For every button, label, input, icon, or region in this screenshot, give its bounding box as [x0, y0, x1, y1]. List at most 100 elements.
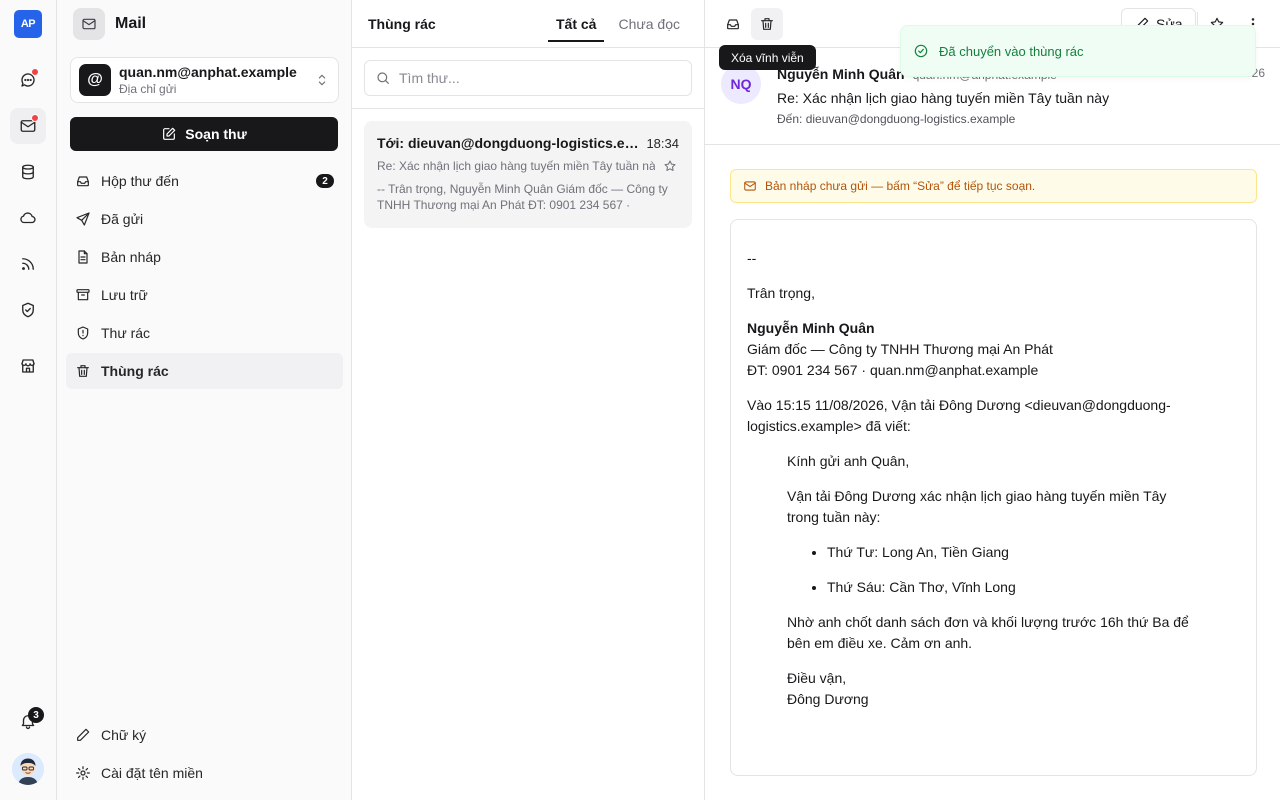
file-icon [75, 249, 91, 265]
sidebar-item-drafts[interactable]: Bản nháp [66, 239, 343, 275]
tab-unread[interactable]: Chưa đọc [610, 8, 688, 42]
sidebar-item-label: Thư rác [101, 325, 151, 341]
recipient-line: Đến: dieuvan@dongduong-logistics.example [777, 112, 1015, 126]
settings-icon [75, 765, 91, 781]
app-header: Mail [73, 8, 146, 40]
mail-sidebar: Mail @ quan.nm@anphat.example Địa chỉ gử… [57, 0, 352, 800]
send-icon [75, 211, 91, 227]
filter-tabs: Tất cả Chưa đọc [548, 8, 688, 42]
sidebar-item-label: Cài đặt tên miền [101, 765, 203, 781]
reading-pane: Sửa NQ Nguyễn Minh Quân quan.nm@anphat.e… [704, 0, 1280, 800]
inbox-icon [725, 16, 741, 32]
draft-notice-text: Bản nháp chưa gửi — bấm “Sửa” để tiếp tụ… [765, 179, 1036, 193]
sidebar-item-trash[interactable]: Thùng rác [66, 353, 343, 389]
trash-icon [759, 16, 775, 32]
sender-avatar: NQ [721, 64, 761, 104]
rss-icon [19, 255, 37, 273]
unread-count-badge: 2 [316, 174, 334, 188]
quote-sign-line: Đông Dương [787, 691, 869, 707]
quote-request: Nhờ anh chốt danh sách đơn và khối lượng… [787, 614, 1189, 651]
edit-icon [161, 126, 177, 142]
message-preview: -- Trân trọng, Nguyễn Minh Quân Giám đốc… [377, 182, 668, 212]
rail-cloud-button[interactable] [10, 200, 46, 236]
quote-signoff: Điều vận, Đông Dương [787, 668, 1200, 710]
delete-permanently-button[interactable] [751, 8, 783, 40]
signature-contact: ĐT: 0901 234 567 · quan.nm@anphat.exampl… [747, 362, 1039, 378]
account-subtitle: Địa chỉ gửi [119, 81, 177, 96]
user-avatar[interactable] [12, 753, 44, 785]
sidebar-item-domain-settings[interactable]: Cài đặt tên miền [66, 755, 343, 791]
trash-icon [75, 363, 91, 379]
to-label: Đến: [777, 112, 803, 126]
message-list-pane: Thùng rác Tất cả Chưa đọc Tới: dieuvan@d… [352, 0, 1058, 800]
sidebar-item-label: Hộp thư đến [101, 173, 179, 189]
toast-message: Đã chuyển vào thùng rác [939, 43, 1084, 59]
signature-block: Nguyễn Minh Quân Giám đốc — Công ty TNHH… [747, 318, 1240, 381]
draft-notice: Bản nháp chưa gửi — bấm “Sửa” để tiếp tụ… [730, 169, 1257, 203]
sidebar-item-spam[interactable]: Thư rác [66, 315, 343, 351]
search-box [364, 60, 692, 96]
archive-icon [75, 287, 91, 303]
compose-label: Soạn thư [185, 126, 247, 142]
sidebar-item-signature[interactable]: Chữ ký [66, 717, 343, 753]
closing-line: Trân trọng, [747, 285, 815, 301]
app-title: Mail [115, 15, 147, 32]
delete-tooltip: Xóa vĩnh viễn [719, 45, 816, 70]
sidebar-item-label: Chữ ký [101, 727, 147, 743]
mail-icon [743, 179, 757, 193]
search-input[interactable] [399, 70, 679, 86]
sidebar-item-inbox[interactable]: Hộp thư đến 2 [66, 163, 343, 199]
schedule-list: Thứ Tư: Long An, Tiền Giang Thứ Sáu: Cần… [827, 542, 1200, 598]
message-recipient: Tới: dieuvan@dongduong-logistics.example [377, 135, 639, 151]
rail-security-button[interactable] [10, 292, 46, 328]
at-sign-icon: @ [79, 64, 111, 96]
star-button[interactable] [663, 159, 677, 173]
account-switcher[interactable]: @ quan.nm@anphat.example Địa chỉ gửi [70, 57, 339, 103]
cloud-icon [19, 209, 37, 227]
message-subject: Re: Xác nhận lịch giao hàng tuyến miền T… [377, 159, 655, 173]
mail-app-icon [73, 8, 105, 40]
chevrons-up-down-icon [314, 72, 330, 88]
unread-dot [31, 68, 39, 76]
unread-dot [31, 114, 39, 122]
message-subject: Re: Xác nhận lịch giao hàng tuyến miền T… [777, 90, 1110, 106]
quote-sign-line: Điều vận, [787, 670, 847, 686]
workspace-logo[interactable]: AP [14, 10, 42, 38]
restore-to-inbox-button[interactable] [717, 8, 749, 40]
rail-store-button[interactable] [10, 348, 46, 384]
list-item[interactable]: Tới: dieuvan@dongduong-logistics.example… [364, 121, 692, 228]
toast-notification: Đã chuyển vào thùng rác [900, 25, 1256, 77]
search-bar [352, 48, 704, 109]
search-icon [375, 70, 391, 86]
sidebar-item-label: Lưu trữ [101, 287, 148, 303]
sidebar-item-label: Đã gửi [101, 211, 144, 227]
message-time: 18:34 [646, 135, 679, 151]
app-rail: AP 3 [0, 0, 57, 800]
to-email: dieuvan@dongduong-logistics.example [805, 112, 1016, 126]
sidebar-item-sent[interactable]: Đã gửi [66, 201, 343, 237]
rail-database-button[interactable] [10, 154, 46, 190]
rail-chat-button[interactable] [10, 62, 46, 98]
sidebar-item-label: Thùng rác [101, 363, 169, 379]
sidebar-item-archive[interactable]: Lưu trữ [66, 277, 343, 313]
store-icon [19, 357, 37, 375]
quote-header: Vào 15:15 11/08/2026, Vận tải Đông Dương… [747, 397, 1171, 434]
list-header: Thùng rác Tất cả Chưa đọc [352, 0, 704, 48]
quote-intro: Vận tải Đông Dương xác nhận lịch giao hà… [787, 488, 1167, 525]
signature-title: Giám đốc — Công ty TNHH Thương mại An Ph… [747, 341, 1053, 357]
database-icon [19, 163, 37, 181]
folder-title: Thùng rác [368, 16, 436, 32]
pen-icon [75, 727, 91, 743]
check-circle-icon [913, 43, 929, 59]
shield-alert-icon [75, 325, 91, 341]
rail-mail-button[interactable] [10, 108, 46, 144]
notification-count-badge: 3 [28, 707, 44, 723]
account-email: quan.nm@anphat.example [119, 63, 297, 80]
compose-button[interactable]: Soạn thư [70, 117, 338, 151]
list-item: Thứ Tư: Long An, Tiền Giang [827, 542, 1200, 563]
quoted-message: Kính gửi anh Quân, Vận tải Đông Dương xá… [787, 451, 1200, 710]
star-icon [663, 159, 677, 173]
rail-rss-button[interactable] [10, 246, 46, 282]
signature-name: Nguyễn Minh Quân [747, 320, 875, 336]
tab-all[interactable]: Tất cả [548, 8, 605, 42]
